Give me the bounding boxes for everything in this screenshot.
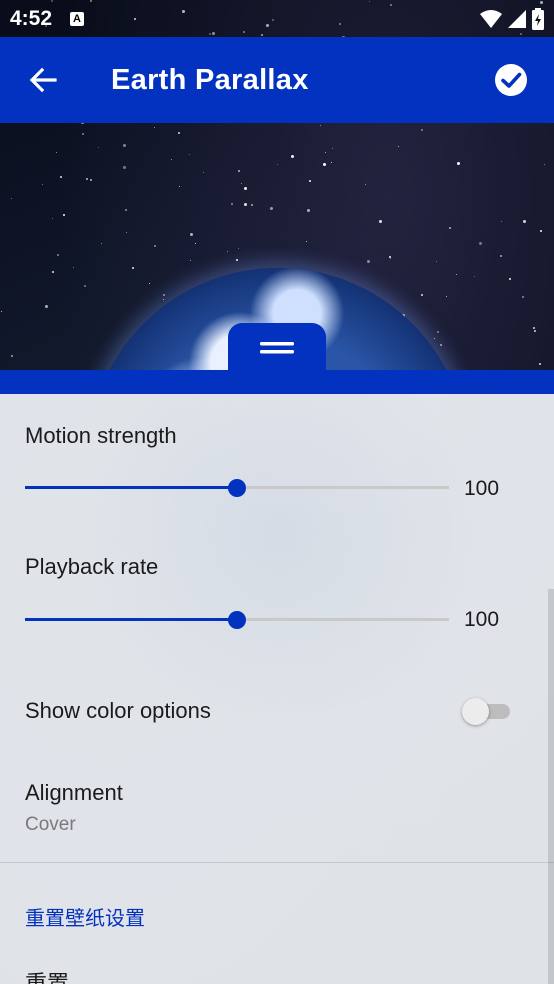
app-bar: Earth Parallax [0, 37, 554, 123]
show-color-options-toggle[interactable] [462, 696, 514, 726]
show-color-options-label: Show color options [25, 698, 211, 723]
arrow-back-icon [29, 67, 57, 93]
playback-rate-slider[interactable] [25, 608, 449, 632]
reset-button[interactable]: 重置 [25, 966, 69, 984]
scrollbar[interactable] [548, 589, 554, 984]
slider-thumb[interactable] [228, 611, 246, 629]
playback-rate-value: 100 [464, 608, 500, 631]
page-title: Earth Parallax [111, 63, 309, 96]
drag-handle-icon [260, 342, 294, 354]
slider-thumb[interactable] [228, 479, 246, 497]
slider-fill [25, 486, 237, 489]
status-bar: 4:52 A [0, 0, 554, 37]
notification-icon: A [70, 11, 85, 26]
panel-drag-handle[interactable] [228, 323, 326, 373]
toggle-knob [462, 698, 489, 725]
cell-signal-icon [508, 9, 526, 28]
status-icons [480, 7, 544, 30]
slider-fill [25, 618, 237, 621]
alignment-label[interactable]: Alignment [25, 780, 123, 806]
panel-top-bar [0, 370, 554, 394]
alignment-value: Cover [25, 814, 76, 835]
wifi-icon [480, 9, 502, 28]
battery-icon [532, 7, 544, 30]
reset-section-title: 重置壁纸设置 [25, 908, 145, 930]
back-button[interactable] [21, 58, 65, 102]
playback-rate-label: Playback rate [25, 554, 159, 579]
motion-strength-value: 100 [464, 477, 500, 500]
divider [0, 862, 554, 863]
motion-strength-slider[interactable] [25, 476, 449, 500]
confirm-check-icon[interactable] [494, 63, 528, 97]
settings-panel: Motion strength 100 Playback rate 100 Sh… [0, 394, 554, 984]
motion-strength-label: Motion strength [25, 423, 177, 448]
status-time: 4:52 [10, 6, 53, 30]
